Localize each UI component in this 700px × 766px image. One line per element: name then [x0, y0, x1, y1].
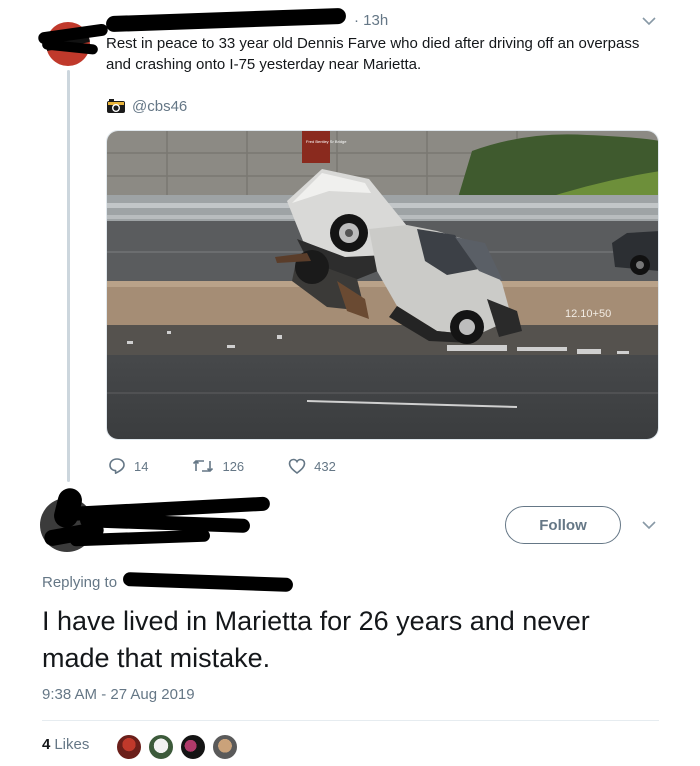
- reply-action[interactable]: 14: [108, 457, 148, 475]
- parent-actions: 14 126 432: [108, 456, 380, 476]
- parent-time[interactable]: · 13h: [354, 12, 388, 29]
- thread-line: [67, 70, 70, 482]
- retweet-icon: [193, 460, 214, 472]
- like-count: 432: [314, 458, 336, 474]
- retweet-count: 126: [222, 458, 245, 474]
- chevron-down-icon[interactable]: [638, 514, 660, 536]
- likes-count: 4: [42, 736, 51, 753]
- replying-to-label: Replying to: [42, 573, 118, 591]
- parent-tweet-text: Rest in peace to 33 year old Dennis Farv…: [106, 35, 640, 73]
- reply-tweet-text: I have lived in Marietta for 26 years an…: [42, 606, 590, 673]
- liker-avatar[interactable]: [212, 734, 238, 760]
- replying-to: Replying to: [42, 572, 294, 592]
- reply-count: 14: [134, 458, 149, 474]
- redacted-name: [105, 7, 347, 33]
- like-action[interactable]: 432: [288, 458, 336, 474]
- divider: [42, 720, 659, 721]
- redacted-handle[interactable]: [122, 572, 294, 592]
- source-handle[interactable]: @cbs46: [132, 98, 187, 115]
- retweet-action[interactable]: 126: [192, 458, 244, 474]
- likes-label: Likes: [54, 736, 90, 753]
- plaque-text: Fred Bentley Sr Bridge: [306, 139, 347, 144]
- parent-header: · 13h: [105, 7, 388, 33]
- follow-button[interactable]: Follow: [505, 506, 621, 544]
- liker-avatar[interactable]: [116, 734, 142, 760]
- likes-summary[interactable]: 4 Likes: [42, 736, 89, 756]
- reply-timestamp[interactable]: 9:38 AM - 27 Aug 2019: [42, 686, 195, 706]
- liker-avatar[interactable]: [148, 734, 174, 760]
- median-sign-text: 12.10+50: [565, 308, 611, 320]
- crash-photo[interactable]: 12.10+50 Fred Bentley Sr Bridge: [106, 130, 659, 440]
- redaction-scribble: [79, 513, 251, 533]
- camera-icon: [107, 99, 125, 113]
- reply-icon: [109, 458, 125, 474]
- liker-avatar[interactable]: [180, 734, 206, 760]
- media-source[interactable]: @cbs46: [106, 96, 187, 116]
- heart-icon: [288, 458, 306, 474]
- chevron-down-icon[interactable]: [638, 10, 660, 32]
